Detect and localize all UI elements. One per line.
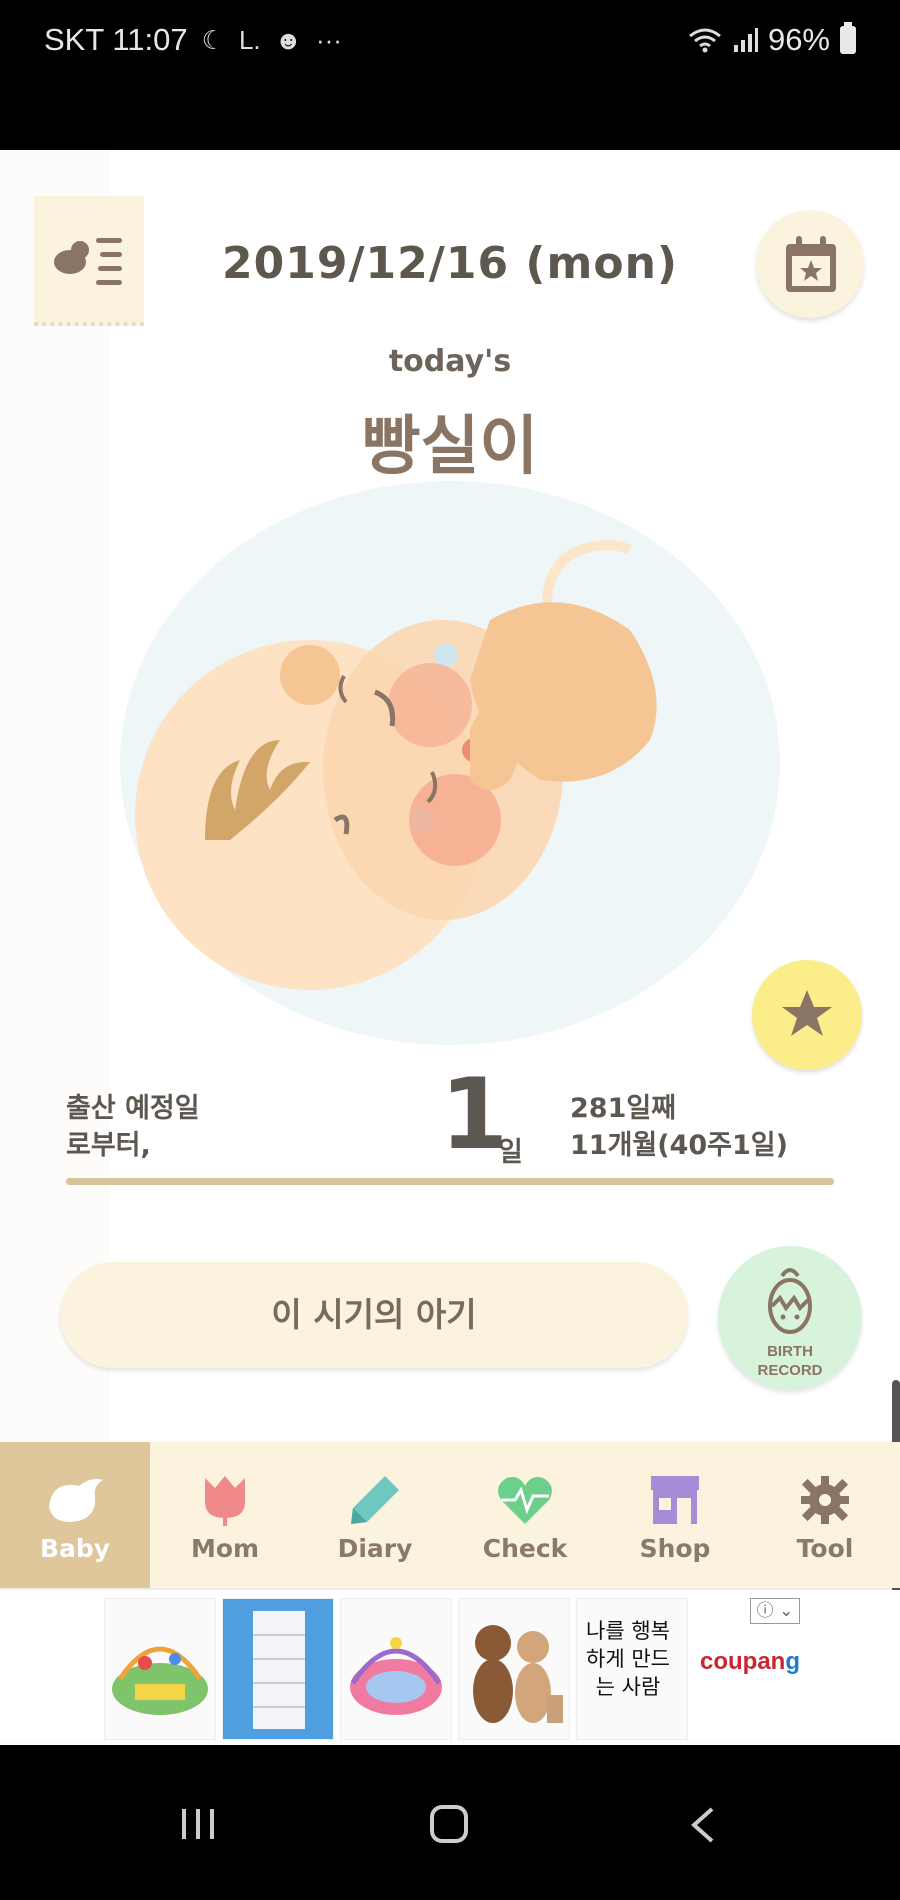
more-notifications-icon: ··· xyxy=(315,24,342,55)
nav-tab-mom[interactable]: Mom xyxy=(150,1442,300,1588)
back-icon xyxy=(690,1807,714,1843)
carrier-time: SKT 11:07 xyxy=(44,22,188,57)
baby-name: 빵실이 xyxy=(361,410,539,484)
pencil-icon xyxy=(351,1476,399,1524)
nav-label-shop: Shop xyxy=(639,1534,711,1563)
due-label-line1: 출산 예정일 xyxy=(66,1093,200,1124)
ad-brand-prefix: coupan xyxy=(700,1648,786,1675)
recents-icon xyxy=(182,1809,214,1839)
status-right: 96% xyxy=(688,22,856,58)
birth-record-label: BIRTH RECORD xyxy=(718,1342,862,1380)
play-mat-image xyxy=(112,1646,208,1715)
calendar-star-icon xyxy=(786,236,836,292)
home-button[interactable] xyxy=(390,1745,510,1900)
signal-icon xyxy=(733,28,758,52)
star-icon xyxy=(782,990,832,1036)
due-days-unit: 일 xyxy=(498,1137,523,1168)
due-date-label: 출산 예정일 로부터, xyxy=(66,1090,200,1164)
battery-percent: 96% xyxy=(767,22,830,57)
ad-brand-suffix: g xyxy=(785,1648,801,1675)
bird-icon xyxy=(49,1478,103,1522)
nav-tab-check[interactable]: Check xyxy=(450,1442,600,1588)
heartbeat-icon xyxy=(498,1477,552,1524)
ad-info-button[interactable]: ⓘ ⌄ xyxy=(750,1598,800,1624)
ad-banner[interactable]: 나를 행복하게 만드는 사람 ⓘ ⌄ coupang xyxy=(0,1590,900,1740)
month-week-count: 11개월(40주1일) xyxy=(570,1130,788,1161)
ad-product-baby-gym[interactable] xyxy=(340,1598,452,1740)
birth-record-button[interactable]: BIRTH RECORD xyxy=(718,1246,862,1390)
baby-this-period-button[interactable]: 이 시기의 아기 xyxy=(60,1262,688,1368)
ad-product-drawer[interactable] xyxy=(222,1598,334,1740)
nav-label-mom: Mom xyxy=(190,1534,260,1563)
nav-tab-shop[interactable]: Shop xyxy=(600,1442,750,1588)
wifi-icon xyxy=(689,28,721,53)
nav-tab-baby[interactable]: Baby xyxy=(0,1442,150,1588)
system-nav-bar xyxy=(0,1745,900,1900)
gear-icon xyxy=(801,1476,849,1524)
home-icon xyxy=(430,1805,468,1843)
due-label-line2: 로부터, xyxy=(66,1130,151,1161)
l-notification-icon: L. xyxy=(238,24,261,55)
status-left: SKT 11:07 ☾ L. ☻ ··· xyxy=(44,22,342,58)
ad-handwriting-text: 나를 행복하게 만드는 사람 xyxy=(586,1619,670,1699)
todays-label: today's xyxy=(388,344,512,379)
hatching-egg-icon xyxy=(768,1268,812,1334)
favorite-star-button[interactable] xyxy=(752,960,862,1070)
bottom-nav: Baby Mom Diary Check Shop Tool xyxy=(0,1442,900,1588)
recents-button[interactable] xyxy=(138,1745,258,1900)
birth-record-line2: RECORD xyxy=(757,1362,823,1379)
nav-tab-diary[interactable]: Diary xyxy=(300,1442,450,1588)
baby-notification-icon: ☻ xyxy=(274,24,302,55)
drawer-image xyxy=(223,1599,333,1739)
status-bar: SKT 11:07 ☾ L. ☻ ··· 96% xyxy=(0,0,900,150)
due-divider xyxy=(66,1178,834,1185)
app-screen: 2019/12/16 (mon) today's 빵실이 출산 예정일 로부터,… xyxy=(0,150,900,1745)
moon-notification-icon: ☾ xyxy=(201,24,225,55)
ad-product-plush-toys[interactable] xyxy=(458,1598,570,1740)
nav-label-tool: Tool xyxy=(796,1534,854,1563)
plush-toys-image xyxy=(473,1625,563,1723)
calendar-button[interactable] xyxy=(756,210,864,318)
ad-product-play-mat[interactable] xyxy=(104,1598,216,1740)
back-button[interactable] xyxy=(642,1745,762,1900)
day-count: 281일째 xyxy=(570,1093,677,1124)
baby-gym-image xyxy=(350,1637,442,1715)
tulip-icon xyxy=(205,1476,245,1526)
nav-label-diary: Diary xyxy=(337,1534,413,1563)
birth-record-line1: BIRTH xyxy=(767,1343,813,1360)
ad-brand-logo[interactable]: coupang xyxy=(700,1648,800,1676)
pregnancy-progress-info: 281일째 11개월(40주1일) xyxy=(570,1090,788,1164)
nav-tab-tool[interactable]: Tool xyxy=(750,1442,900,1588)
battery-icon xyxy=(840,22,856,54)
ad-product-lettering[interactable]: 나를 행복하게 만드는 사람 xyxy=(576,1598,688,1740)
nav-label-check: Check xyxy=(482,1534,568,1563)
nav-label-baby: Baby xyxy=(39,1534,111,1563)
shop-icon xyxy=(651,1476,699,1524)
